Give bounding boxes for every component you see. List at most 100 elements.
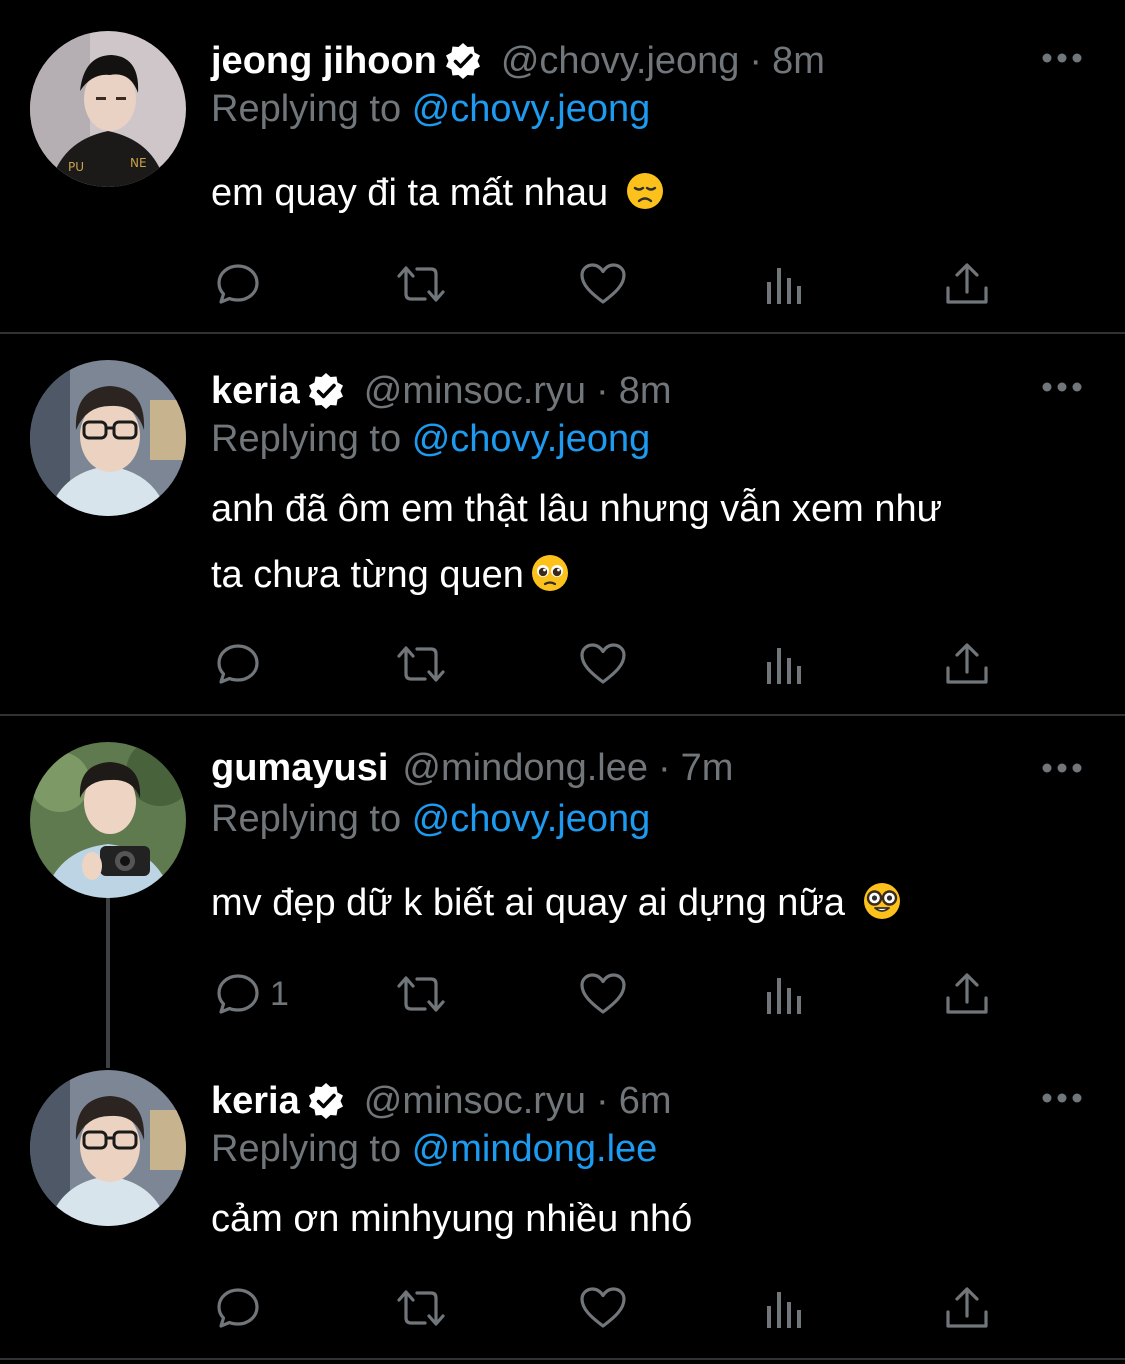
views-button[interactable] — [764, 256, 808, 312]
author-handle[interactable]: @minsoc.ryu — [364, 1076, 586, 1126]
retweet-button[interactable] — [393, 256, 449, 312]
reply-button[interactable] — [214, 1280, 270, 1336]
more-icon[interactable] — [1040, 761, 1084, 775]
share-button[interactable] — [944, 1280, 990, 1336]
author-handle[interactable]: @minsoc.ryu — [364, 366, 586, 416]
verified-badge-icon — [306, 371, 346, 411]
share-button[interactable] — [944, 966, 990, 1022]
tweet-text-body: em quay đi ta mất nhau — [211, 172, 609, 214]
share-icon — [946, 643, 988, 684]
views-button[interactable] — [764, 1280, 808, 1336]
avatar[interactable] — [30, 360, 186, 516]
more-icon[interactable] — [1040, 1091, 1084, 1105]
tweet-4[interactable]: keria @minsoc.ryu · 6m Replying to @mind… — [0, 1046, 1125, 1360]
replying-to-label: Replying to — [211, 88, 402, 130]
action-bar — [0, 636, 1125, 692]
retweet-button[interactable] — [393, 636, 449, 692]
author-handle[interactable]: @chovy.jeong — [501, 36, 740, 86]
like-button[interactable] — [578, 1280, 628, 1336]
views-button[interactable] — [764, 966, 808, 1022]
share-icon — [946, 1287, 988, 1328]
heart-icon — [580, 973, 626, 1014]
more-icon[interactable] — [1040, 380, 1084, 394]
replying-to-mention[interactable]: @mindong.lee — [412, 1128, 658, 1170]
replying-to: Replying to @chovy.jeong — [211, 414, 650, 464]
reply-icon — [217, 974, 259, 1014]
replying-to-mention[interactable]: @chovy.jeong — [412, 418, 651, 460]
tweet-text: mv đẹp dữ k biết ai quay ai dựng nữa — [211, 870, 1091, 936]
separator-dot: · — [749, 40, 763, 82]
separator-dot: · — [658, 747, 671, 789]
retweet-icon — [397, 266, 445, 302]
pleading-face-emoji-icon — [530, 548, 570, 591]
heart-icon — [580, 263, 626, 304]
tweet-text-line-1: anh đã ôm em thật lâu nhưng vẫn xem như — [211, 488, 943, 530]
author-name[interactable]: keria — [211, 1076, 300, 1126]
more-icon[interactable] — [1040, 51, 1084, 65]
author-handle[interactable]: @mindong.lee — [402, 743, 648, 793]
timestamp[interactable]: 6m — [619, 1076, 672, 1126]
like-button[interactable] — [578, 966, 628, 1022]
share-button[interactable] — [944, 256, 990, 312]
verified-badge-icon — [443, 41, 483, 81]
avatar[interactable] — [30, 742, 186, 898]
views-button[interactable] — [764, 636, 808, 692]
tweet-2[interactable]: keria @minsoc.ryu · 8m Replying to @chov… — [0, 334, 1125, 714]
separator-dot: · — [596, 1080, 609, 1122]
tweet-text-line-2: ta chưa từng quen — [211, 542, 1091, 608]
share-icon — [946, 263, 988, 304]
reply-button[interactable] — [214, 636, 270, 692]
reply-icon — [217, 1288, 259, 1328]
author-name[interactable]: keria — [211, 366, 300, 416]
share-icon — [946, 973, 988, 1014]
action-bar — [0, 1280, 1125, 1336]
replying-to: Replying to @mindong.lee — [211, 1124, 657, 1174]
tweet-1[interactable]: PU NE jeong jihoon @chovy.jeong · 8m Rep… — [0, 0, 1125, 334]
retweet-button[interactable] — [393, 1280, 449, 1336]
action-bar — [0, 256, 1125, 312]
tweet-3[interactable]: gumayusi @mindong.lee · 7m Replying to @… — [0, 716, 1125, 1046]
avatar[interactable] — [30, 1070, 186, 1226]
verified-badge-icon — [306, 1081, 346, 1121]
reply-button[interactable] — [214, 256, 270, 312]
heart-icon — [580, 643, 626, 684]
avatar[interactable]: PU NE — [30, 31, 186, 187]
tweet-text: em quay đi ta mất nhau — [211, 160, 1091, 226]
reply-button[interactable]: 1 — [214, 966, 289, 1022]
views-icon — [767, 268, 801, 304]
timestamp[interactable]: 7m — [681, 743, 734, 793]
heart-icon — [580, 1287, 626, 1328]
tweet-text-body: mv đẹp dữ k biết ai quay ai dựng nữa — [211, 882, 846, 924]
tweet-text: anh đã ôm em thật lâu nhưng vẫn xem như … — [211, 476, 1091, 608]
reply-icon — [217, 264, 259, 304]
svg-text:NE: NE — [130, 156, 147, 170]
svg-text:PU: PU — [68, 160, 84, 174]
retweet-icon — [397, 646, 445, 682]
share-button[interactable] — [944, 636, 990, 692]
reply-icon — [217, 644, 259, 684]
author-name[interactable]: jeong jihoon — [211, 36, 437, 86]
replying-to-mention[interactable]: @chovy.jeong — [412, 798, 651, 840]
nerd-face-emoji-icon — [862, 876, 902, 919]
reply-count: 1 — [270, 974, 289, 1013]
separator-dot: · — [596, 370, 609, 412]
retweet-icon — [397, 976, 445, 1012]
like-button[interactable] — [578, 636, 628, 692]
divider — [0, 1358, 1125, 1360]
replying-to-label: Replying to — [211, 798, 402, 840]
replying-to-label: Replying to — [211, 418, 402, 460]
tweet-text-body: cảm ơn minhyung nhiều nhó — [211, 1198, 693, 1240]
retweet-button[interactable] — [393, 966, 449, 1022]
like-button[interactable] — [578, 256, 628, 312]
timestamp[interactable]: 8m — [772, 36, 825, 86]
timestamp[interactable]: 8m — [619, 366, 672, 416]
retweet-icon — [397, 1290, 445, 1326]
views-icon — [767, 978, 801, 1014]
author-name[interactable]: gumayusi — [211, 743, 388, 793]
views-icon — [767, 648, 801, 684]
disappointed-face-emoji-icon — [625, 166, 665, 209]
views-icon — [767, 1292, 801, 1328]
replying-to-mention[interactable]: @chovy.jeong — [412, 88, 651, 130]
replying-to-label: Replying to — [211, 1128, 402, 1170]
replying-to: Replying to @chovy.jeong — [211, 794, 650, 844]
